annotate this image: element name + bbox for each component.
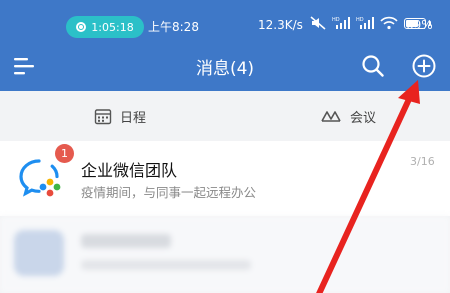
add-icon[interactable] <box>410 52 438 80</box>
status-clock: 上午8:28 <box>148 20 199 34</box>
redacted-preview <box>81 260 251 270</box>
signal-hd-2-icon: HD <box>356 17 374 29</box>
chat-item-wecom-team[interactable]: 1 企业微信团队 疫情期间，与同事一起远程办公 3/16 <box>0 141 450 216</box>
unread-badge: 1 <box>55 144 74 163</box>
wifi-icon <box>380 16 398 30</box>
calendar-icon <box>94 108 112 124</box>
battery-percent: 69% <box>406 18 433 32</box>
record-icon <box>76 22 87 32</box>
menu-icon[interactable] <box>12 55 38 77</box>
search-icon[interactable] <box>359 52 387 80</box>
meeting-icon <box>321 111 341 122</box>
tab-schedule-label: 日程 <box>120 110 147 126</box>
call-timer: 1:05:18 <box>91 20 134 34</box>
ongoing-call-pill[interactable]: 1:05:18 <box>66 16 144 38</box>
chat-time: 3/16 <box>410 155 435 168</box>
svg-text:HD: HD <box>332 17 340 23</box>
redacted-title <box>81 234 171 248</box>
svg-text:HD: HD <box>356 17 364 23</box>
status-bar: 1:05:18 上午8:28 12.3K/s HD HD 69% <box>0 0 450 40</box>
tab-meeting-label: 会议 <box>350 110 377 126</box>
wecom-logo-icon <box>19 159 61 197</box>
chat-item-redacted[interactable] <box>0 216 450 293</box>
signal-hd-icon: HD <box>332 17 350 29</box>
title-bar: 消息(4) <box>0 40 450 91</box>
tab-meeting[interactable]: 会议 <box>320 91 376 141</box>
avatar <box>14 230 64 276</box>
network-speed: 12.3K/s <box>258 18 303 32</box>
chat-title: 企业微信团队 <box>81 161 178 180</box>
app-header: 1:05:18 上午8:28 12.3K/s HD HD 69% 消息(4) <box>0 0 450 91</box>
tab-schedule[interactable]: 日程 <box>94 91 146 141</box>
mute-icon <box>310 16 326 30</box>
chat-preview: 疫情期间，与同事一起远程办公 <box>81 185 257 200</box>
quick-tabs: 日程 会议 <box>0 91 450 141</box>
